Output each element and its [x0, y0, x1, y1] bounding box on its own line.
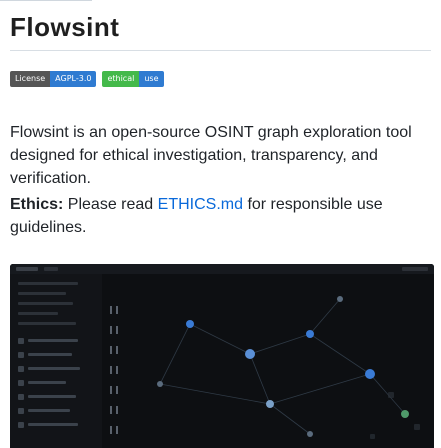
badge-row: License AGPL-3.0 ethical use: [10, 71, 164, 87]
ethics-heading: Ethics:: [10, 196, 64, 213]
top-divider: [0, 0, 92, 1]
license-badge[interactable]: License AGPL-3.0: [10, 71, 97, 87]
ethical-badge-label: ethical: [102, 71, 140, 87]
ethical-use-badge[interactable]: ethical use: [102, 71, 164, 87]
license-badge-value: AGPL-3.0: [50, 71, 97, 87]
ethics-text-before: Please read: [67, 196, 154, 213]
app-screenshot: [10, 264, 434, 448]
title-divider: [10, 50, 431, 51]
intro-paragraph: Flowsint is an open-source OSINT graph e…: [10, 124, 412, 187]
graph-screenshot-image: [10, 264, 434, 448]
ethical-badge-value: use: [139, 71, 164, 87]
page-title: Flowsint: [10, 12, 120, 42]
ethics-paragraph: Ethics: Please read ETHICS.md for respon…: [10, 193, 435, 239]
ethics-md-link[interactable]: ETHICS.md: [158, 196, 243, 213]
license-badge-label: License: [10, 71, 51, 87]
